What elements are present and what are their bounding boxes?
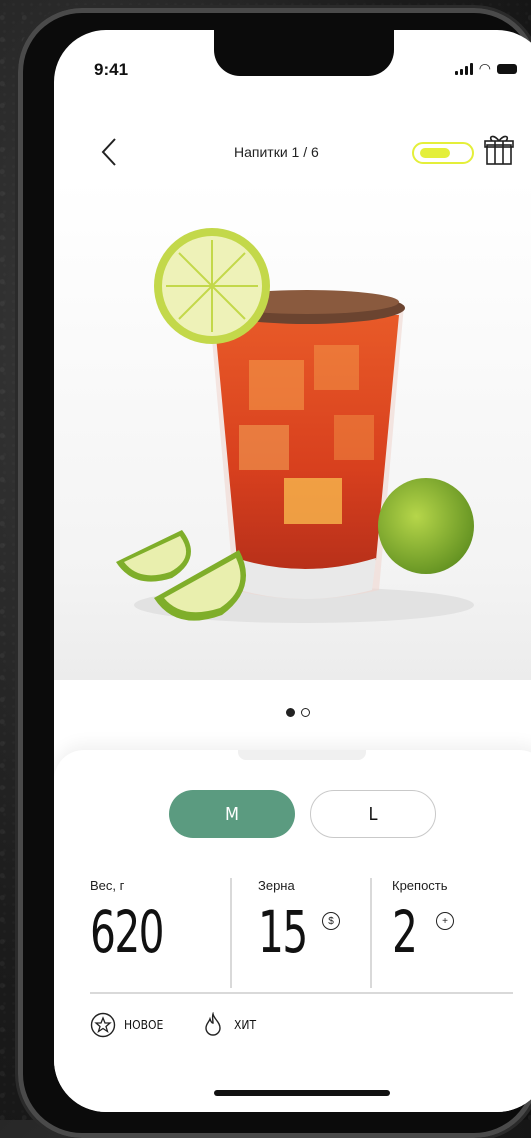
stat-divider — [370, 878, 372, 988]
stat-divider — [230, 878, 232, 988]
page-title: Напитки 1 / 6 — [234, 144, 319, 160]
notch — [214, 30, 394, 76]
toggle-knob — [420, 148, 450, 158]
stat-weight-label: Вес, г — [90, 878, 125, 893]
stat-weight: Вес, г 620 — [90, 878, 184, 990]
stat-weight-value: 620 — [90, 898, 165, 966]
pager-dot[interactable] — [301, 708, 310, 717]
product-image[interactable] — [54, 180, 531, 680]
sheet-handle[interactable] — [238, 750, 366, 760]
stat-strength-value: 2 — [392, 898, 418, 966]
stat-grains: Зерна 15 — [258, 878, 320, 990]
status-icons: ◠ — [454, 60, 517, 77]
coin-icon[interactable]: $ — [322, 912, 340, 930]
flame-icon — [205, 1012, 221, 1036]
plus-circle-icon[interactable]: + — [436, 912, 454, 930]
stat-strength: Крепость 2 — [392, 878, 448, 990]
cocktail-illustration — [116, 228, 474, 623]
stat-grains-value: 15 — [258, 898, 308, 966]
details-sheet: M L Вес, г 620 Зерна 15 $ Крепость 2 + Н… — [54, 750, 531, 1112]
wifi-icon: ◠ — [478, 60, 491, 76]
tag-new[interactable]: НОВОЕ — [90, 1012, 163, 1038]
phone-frame: 9:41 ◠ Напитки 1 / 6 M L Вес, г 620 Зерн… — [18, 8, 531, 1138]
size-m-button[interactable]: M — [169, 790, 295, 838]
signal-icon — [454, 62, 473, 75]
battery-icon — [497, 63, 517, 74]
tag-hit[interactable]: ХИТ — [200, 1012, 256, 1038]
stats-divider — [90, 992, 513, 994]
gift-icon[interactable] — [484, 134, 514, 166]
status-time: 9:41 — [94, 60, 129, 79]
tag-hit-label: ХИТ — [234, 1018, 257, 1032]
mode-toggle[interactable] — [412, 142, 474, 164]
star-badge-icon — [90, 1012, 116, 1038]
app-screen: 9:41 ◠ Напитки 1 / 6 M L Вес, г 620 Зерн… — [54, 30, 531, 1112]
gallery-pager — [286, 708, 310, 717]
tag-new-label: НОВОЕ — [124, 1018, 164, 1032]
stat-strength-label: Крепость — [392, 878, 448, 893]
pager-dot-active[interactable] — [286, 708, 295, 717]
home-indicator — [214, 1090, 390, 1096]
back-button[interactable] — [98, 134, 120, 170]
stat-grains-label: Зерна — [258, 878, 295, 893]
chevron-left-icon — [101, 138, 116, 166]
size-l-button[interactable]: L — [310, 790, 436, 838]
